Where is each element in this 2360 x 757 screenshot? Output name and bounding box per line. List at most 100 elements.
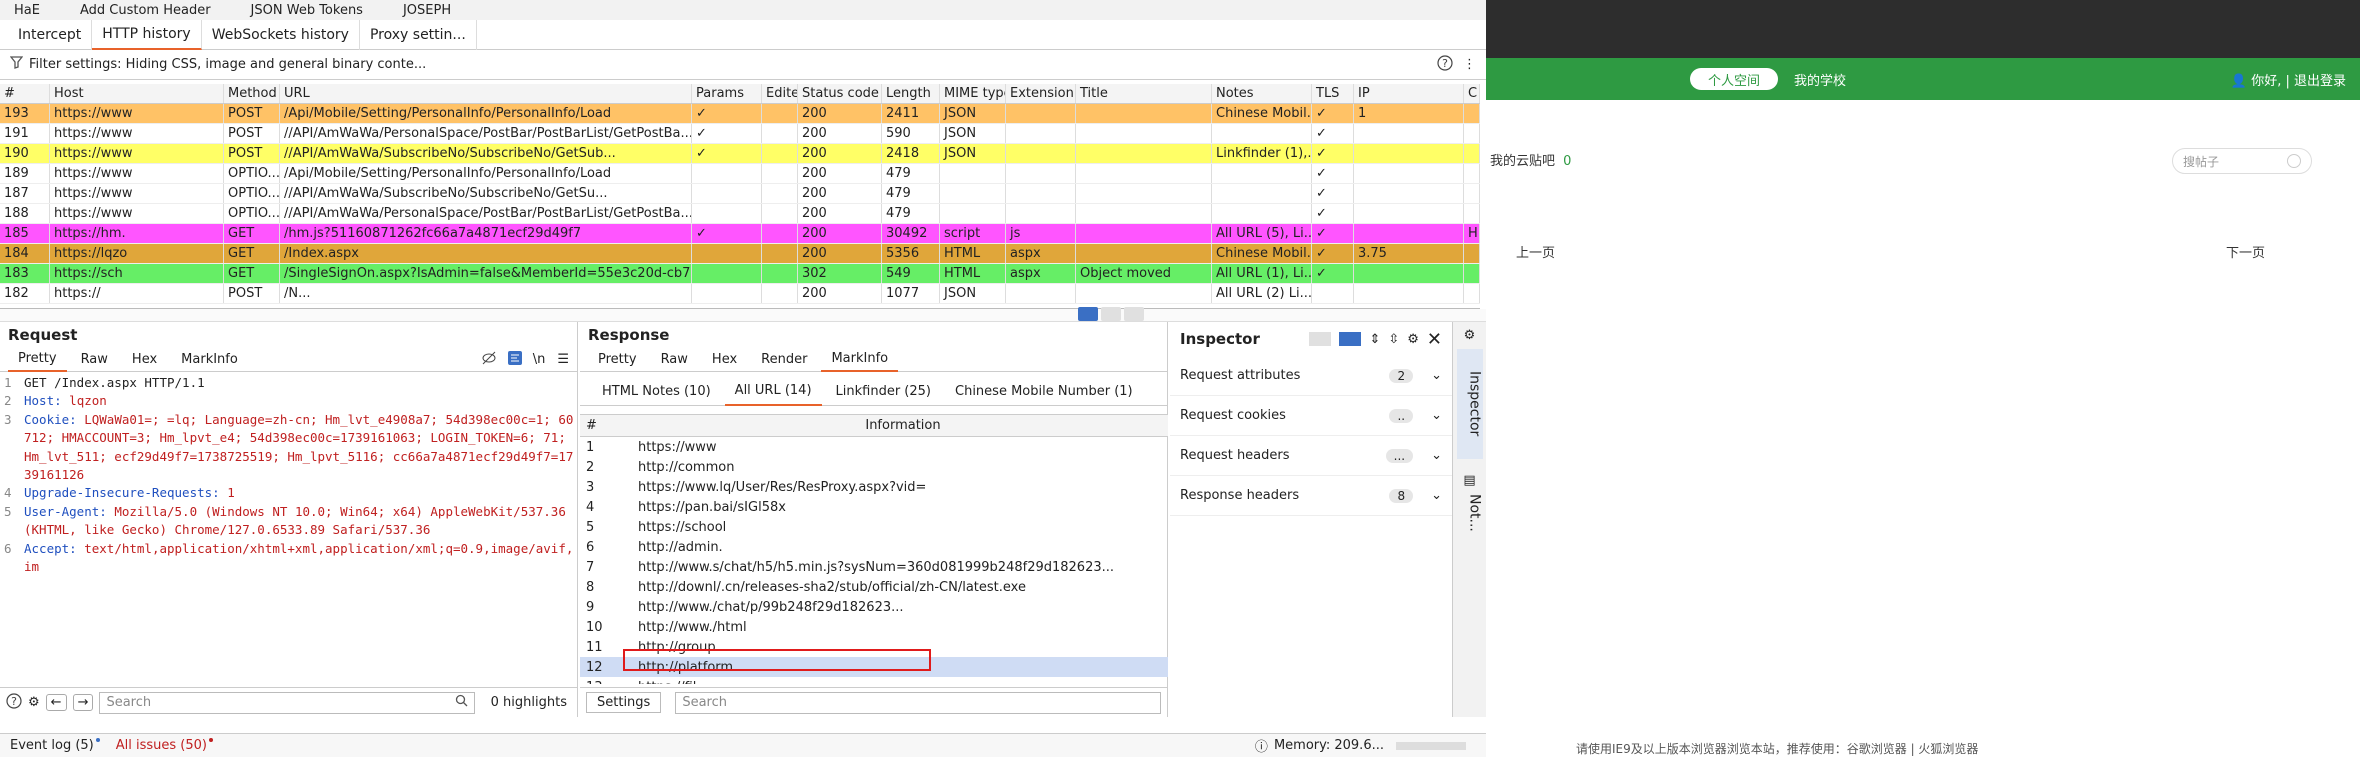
collapse-icon[interactable]: ⇳ bbox=[1388, 332, 1399, 347]
table-row[interactable]: 189 https://www OPTIO.../Api/Mobile/Settin… bbox=[0, 164, 1480, 184]
column-header[interactable]: Params bbox=[692, 84, 762, 103]
request-tab[interactable]: Pretty bbox=[8, 348, 67, 372]
arrow-right-icon[interactable]: → bbox=[72, 694, 94, 711]
menu-item[interactable]: Add Custom Header bbox=[74, 3, 217, 18]
column-header[interactable]: Status code bbox=[798, 84, 882, 103]
layout-split-icon[interactable] bbox=[1078, 307, 1098, 321]
panel-view-icon[interactable] bbox=[1339, 332, 1362, 346]
help-icon[interactable]: ? bbox=[1437, 54, 1453, 75]
table-row[interactable]: 183 https://sch GET/SingleSignOn.aspx?IsAd… bbox=[0, 264, 1480, 284]
column-header[interactable]: C bbox=[1464, 84, 1480, 103]
column-header[interactable]: Title bbox=[1076, 84, 1212, 103]
menu-item[interactable]: JSON Web Tokens bbox=[245, 3, 369, 18]
split-divider[interactable] bbox=[0, 307, 1486, 322]
column-header[interactable]: Extension bbox=[1006, 84, 1076, 103]
inspector-icon[interactable]: ⚙ bbox=[1453, 322, 1486, 343]
chevron-down-icon[interactable]: ⌄ bbox=[1431, 368, 1442, 383]
column-header[interactable]: # bbox=[0, 84, 50, 103]
response-tab[interactable]: Hex bbox=[702, 348, 747, 372]
sidebar-tab-inspector[interactable]: Inspector bbox=[1456, 349, 1483, 459]
proxy-tab[interactable]: Proxy settin... bbox=[360, 19, 477, 50]
sidebar-tab-notes[interactable]: Not... bbox=[1457, 494, 1483, 532]
url-row[interactable]: 1 https://www bbox=[580, 437, 1168, 457]
menu-item[interactable]: JOSEPH bbox=[397, 3, 457, 18]
column-header[interactable]: Edited bbox=[762, 84, 798, 103]
url-row[interactable]: 13https://fil bbox=[580, 677, 1168, 685]
menu-icon[interactable]: ☰ bbox=[557, 352, 569, 367]
request-tab[interactable]: Hex bbox=[122, 348, 167, 372]
filter-settings-label[interactable]: Filter settings: Hiding CSS, image and g… bbox=[29, 57, 1437, 72]
chevron-down-icon[interactable]: ⌄ bbox=[1431, 448, 1442, 463]
url-row[interactable]: 8 http://downl/.cn/releases-sha2/stub/off… bbox=[580, 577, 1168, 597]
issues-link[interactable]: All issues (50) bbox=[116, 738, 213, 753]
inspector-item[interactable]: Response headers 8 ⌄ bbox=[1170, 476, 1452, 516]
wrap-icon[interactable] bbox=[507, 350, 523, 370]
proxy-tab[interactable]: WebSockets history bbox=[202, 19, 360, 50]
arrow-left-icon[interactable]: ← bbox=[45, 694, 67, 711]
gear-icon[interactable]: ⚙ bbox=[1407, 332, 1419, 347]
url-row[interactable]: 10 http://www./html bbox=[580, 617, 1168, 637]
column-header[interactable]: URL bbox=[280, 84, 692, 103]
response-tab[interactable]: MarkInfo bbox=[821, 348, 899, 372]
table-row[interactable]: 193 https://www POST/Api/Mobile/Setting/Pe… bbox=[0, 104, 1480, 124]
prev-page-button[interactable]: 上一页 bbox=[1516, 242, 1555, 261]
request-tab[interactable]: Raw bbox=[71, 348, 118, 372]
request-search-input[interactable]: Search bbox=[99, 691, 475, 714]
logout-link[interactable]: | 退出登录 bbox=[2285, 74, 2346, 89]
url-row[interactable]: 9 http://www./chat/p/99b248f29d182623... bbox=[580, 597, 1168, 617]
url-row[interactable]: 2 http://common bbox=[580, 457, 1168, 477]
help-icon[interactable]: ? bbox=[6, 692, 22, 713]
event-log-link[interactable]: Event log (5) bbox=[10, 738, 100, 753]
layout-toggle[interactable] bbox=[1078, 307, 1144, 321]
response-tab[interactable]: Pretty bbox=[588, 348, 647, 372]
response-search-input[interactable]: Search bbox=[675, 691, 1161, 714]
request-tab[interactable]: MarkInfo bbox=[171, 348, 248, 372]
table-row[interactable]: 188 https://www OPTIO...//API/AmWaWa/Perso… bbox=[0, 204, 1480, 224]
chevron-down-icon[interactable]: ⌄ bbox=[1431, 488, 1442, 503]
url-row[interactable]: 7 http://www.s/chat/h5/h5.min.js?sysNum=3… bbox=[580, 557, 1168, 577]
proxy-tab[interactable]: Intercept bbox=[8, 19, 93, 50]
column-header[interactable]: Method bbox=[224, 84, 280, 103]
hide-icon[interactable] bbox=[481, 350, 497, 370]
url-row[interactable]: 4 https://pan.bai/sIGl58x bbox=[580, 497, 1168, 517]
inspector-item[interactable]: Request headers... ⌄ bbox=[1170, 436, 1452, 476]
table-row[interactable]: 182 https://POST/N... 200 1077 JSON All URL (… bbox=[0, 284, 1480, 304]
layout-vertical-icon[interactable] bbox=[1124, 307, 1144, 321]
newline-toggle[interactable]: \n bbox=[533, 352, 546, 367]
layout-horizontal-icon[interactable] bbox=[1101, 307, 1121, 321]
markinfo-subtab[interactable]: Linkfinder (25) bbox=[826, 378, 941, 406]
chevron-down-icon[interactable]: ⌄ bbox=[1431, 408, 1442, 423]
settings-button[interactable]: Settings bbox=[586, 692, 662, 713]
list-view-icon[interactable] bbox=[1309, 332, 1332, 346]
table-row[interactable]: 185 https://hm. GET/hm.js?51160871262fc66a… bbox=[0, 224, 1480, 244]
column-header[interactable]: MIME type bbox=[940, 84, 1006, 103]
align-icon[interactable]: ⇕ bbox=[1369, 332, 1380, 347]
url-row[interactable]: 3 https://www.lq/User/Res/ResProxy.aspx?v… bbox=[580, 477, 1168, 497]
notes-icon[interactable]: ▤ bbox=[1453, 459, 1486, 488]
inspector-item[interactable]: Request attributes 2 ⌄ bbox=[1170, 356, 1452, 396]
nav-my-school[interactable]: 我的学校 bbox=[1776, 68, 1864, 90]
gear-icon[interactable]: ⚙ bbox=[28, 695, 40, 710]
proxy-tab[interactable]: HTTP history bbox=[92, 19, 202, 50]
url-row[interactable]: 5 https://school bbox=[580, 517, 1168, 537]
menu-item[interactable]: HaE bbox=[8, 3, 46, 18]
column-header[interactable]: TLS bbox=[1312, 84, 1354, 103]
markinfo-subtab[interactable]: All URL (14) bbox=[724, 378, 822, 406]
column-header[interactable]: Host bbox=[50, 84, 224, 103]
request-editor[interactable]: 1 GET /Index.aspx HTTP/1.1 2 Host: lqzon 3 Co… bbox=[0, 372, 577, 678]
nav-personal-space[interactable]: 个人空间 bbox=[1690, 68, 1779, 90]
table-row[interactable]: 191 https://www POST//API/AmWaWa/PersonalS… bbox=[0, 124, 1480, 144]
close-icon[interactable]: ✕ bbox=[1427, 329, 1442, 350]
filter-bar[interactable]: Filter settings: Hiding CSS, image and g… bbox=[0, 50, 1486, 80]
markinfo-subtab[interactable]: HTML Notes (10) bbox=[592, 378, 721, 406]
next-page-button[interactable]: 下一页 bbox=[2226, 242, 2265, 261]
column-header[interactable]: Length bbox=[882, 84, 940, 103]
post-search-input[interactable]: 搜帖子 bbox=[2172, 148, 2312, 174]
response-tab[interactable]: Raw bbox=[651, 348, 698, 372]
table-row[interactable]: 184 https://lqzo GET/Index.aspx 200 5356 HTML… bbox=[0, 244, 1480, 264]
more-options-icon[interactable]: ⋮ bbox=[1463, 57, 1476, 72]
markinfo-subtab[interactable]: Chinese Mobile Number (1) bbox=[945, 378, 1143, 406]
column-header[interactable]: IP bbox=[1354, 84, 1464, 103]
url-row[interactable]: 6 http://admin. bbox=[580, 537, 1168, 557]
response-tab[interactable]: Render bbox=[751, 348, 817, 372]
